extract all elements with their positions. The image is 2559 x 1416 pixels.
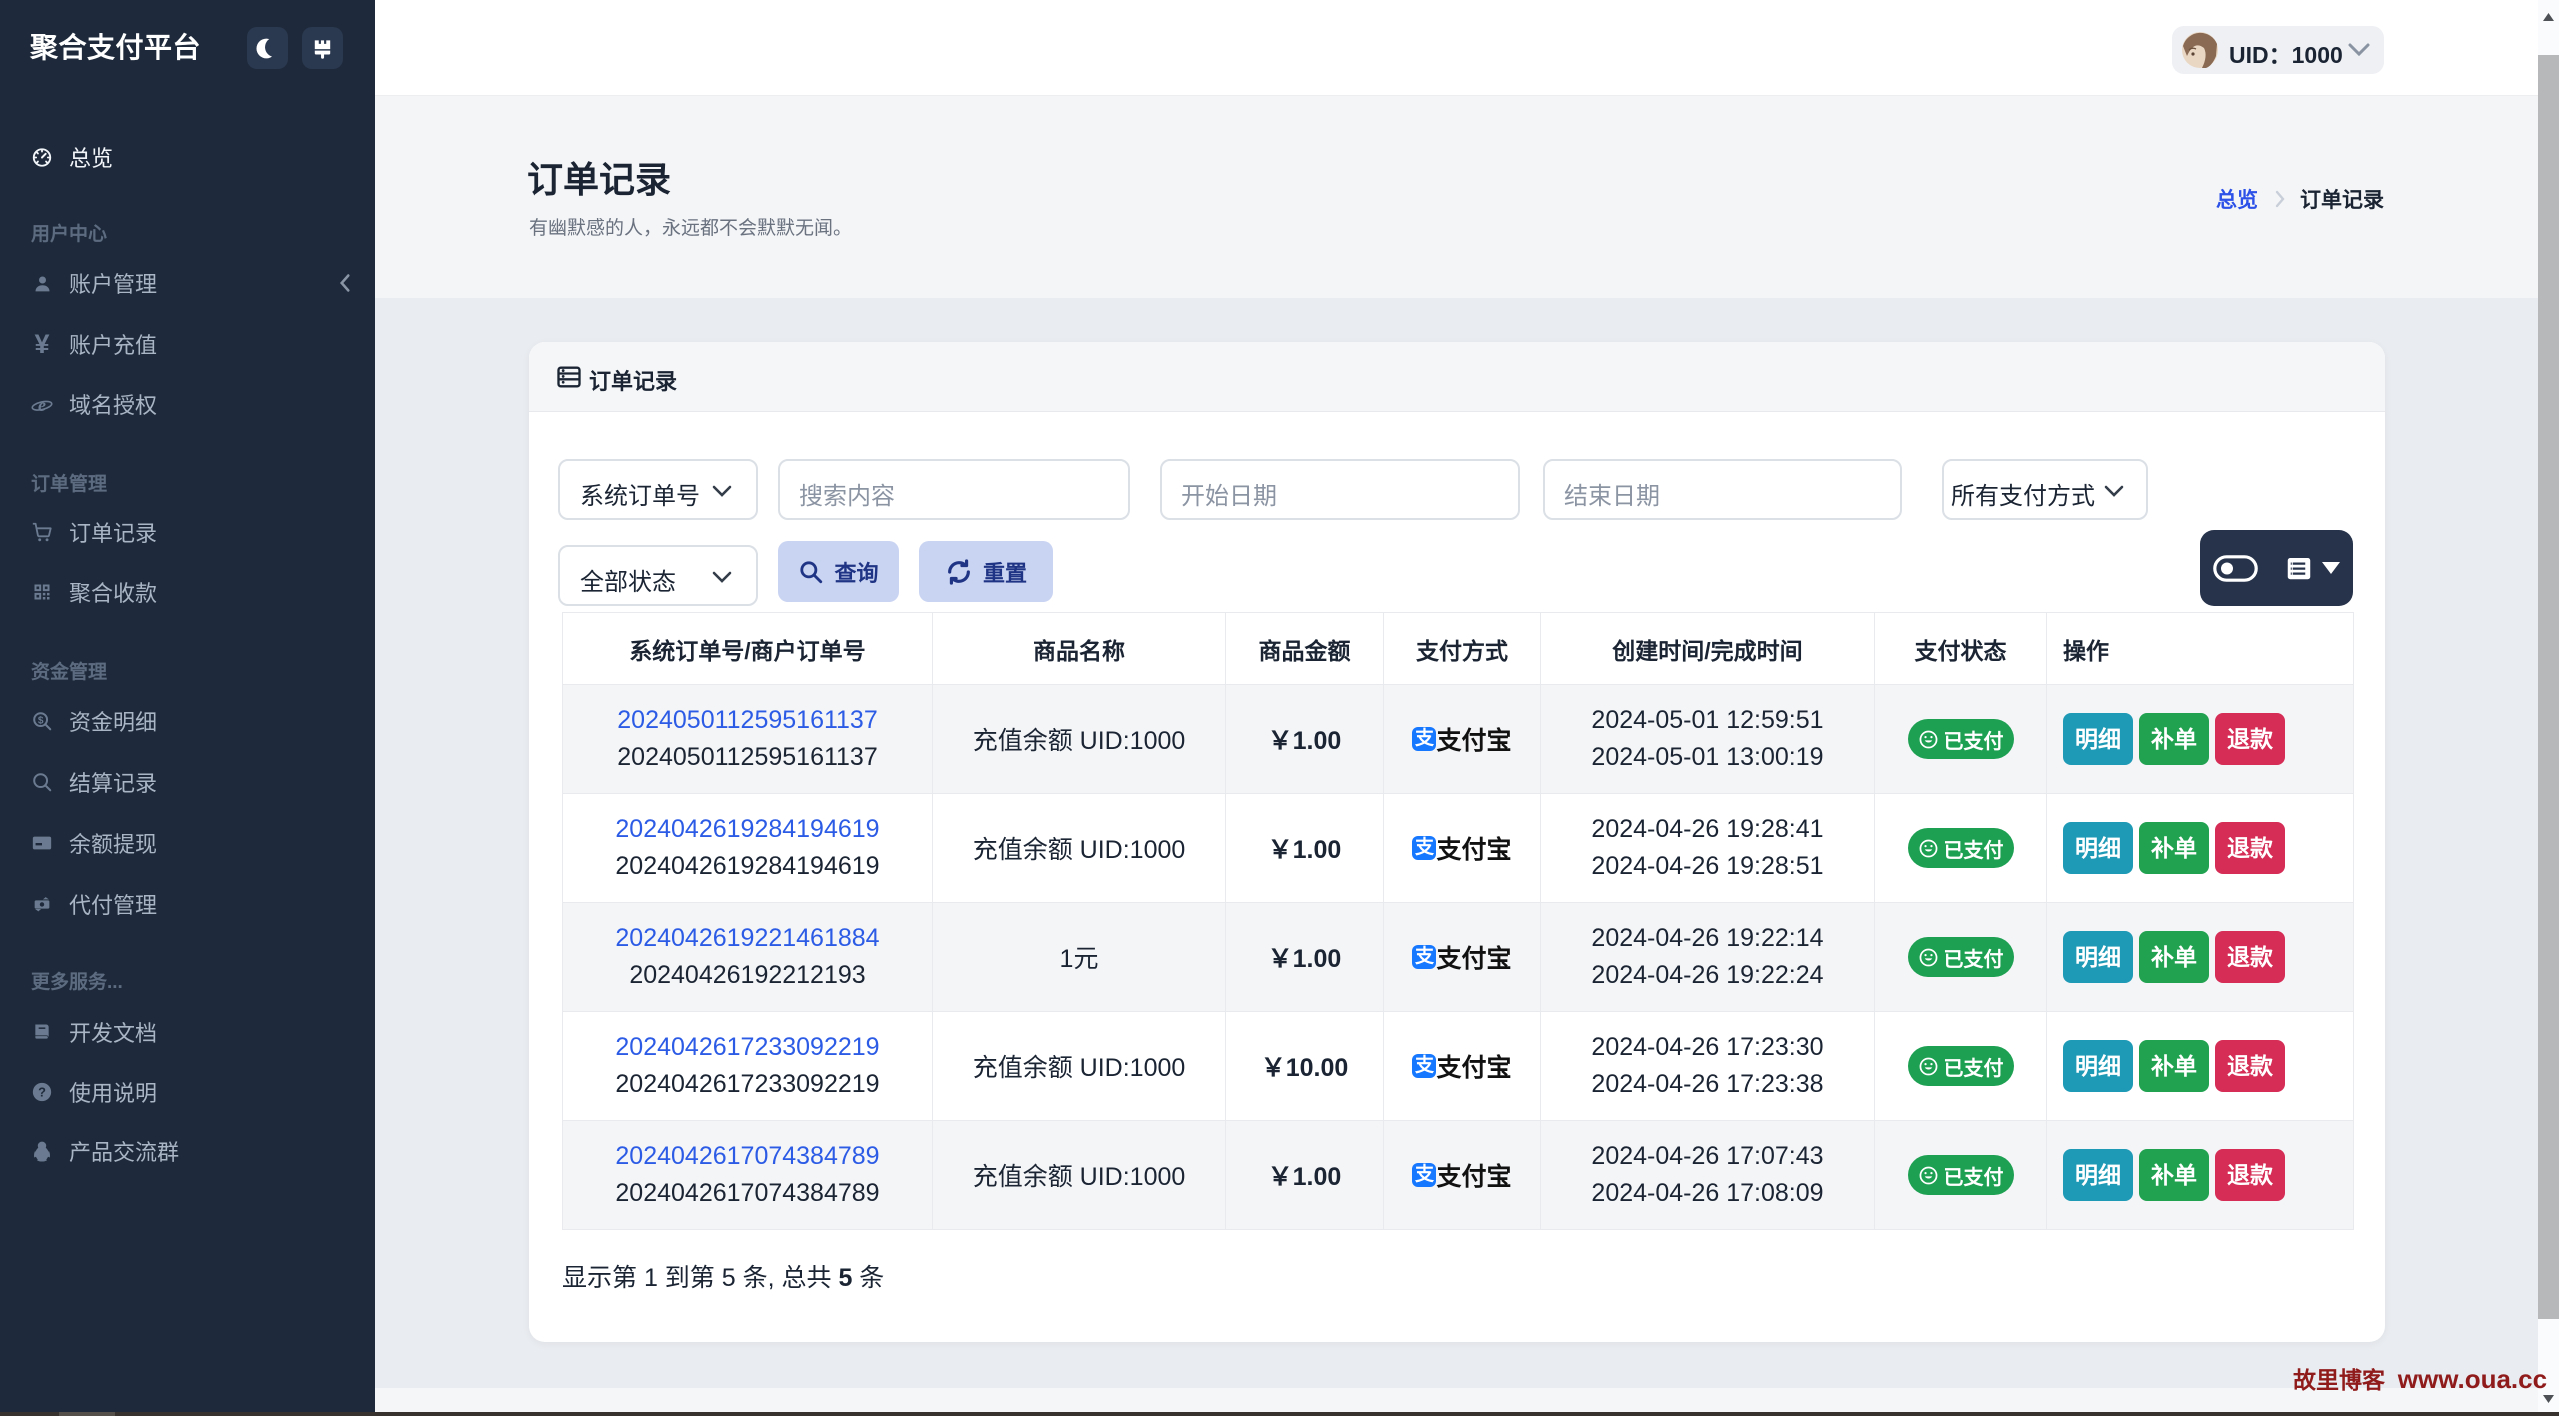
svg-text:$: $ [38,715,44,726]
svg-text:?: ? [38,1085,46,1100]
svg-text:e: e [38,395,46,415]
